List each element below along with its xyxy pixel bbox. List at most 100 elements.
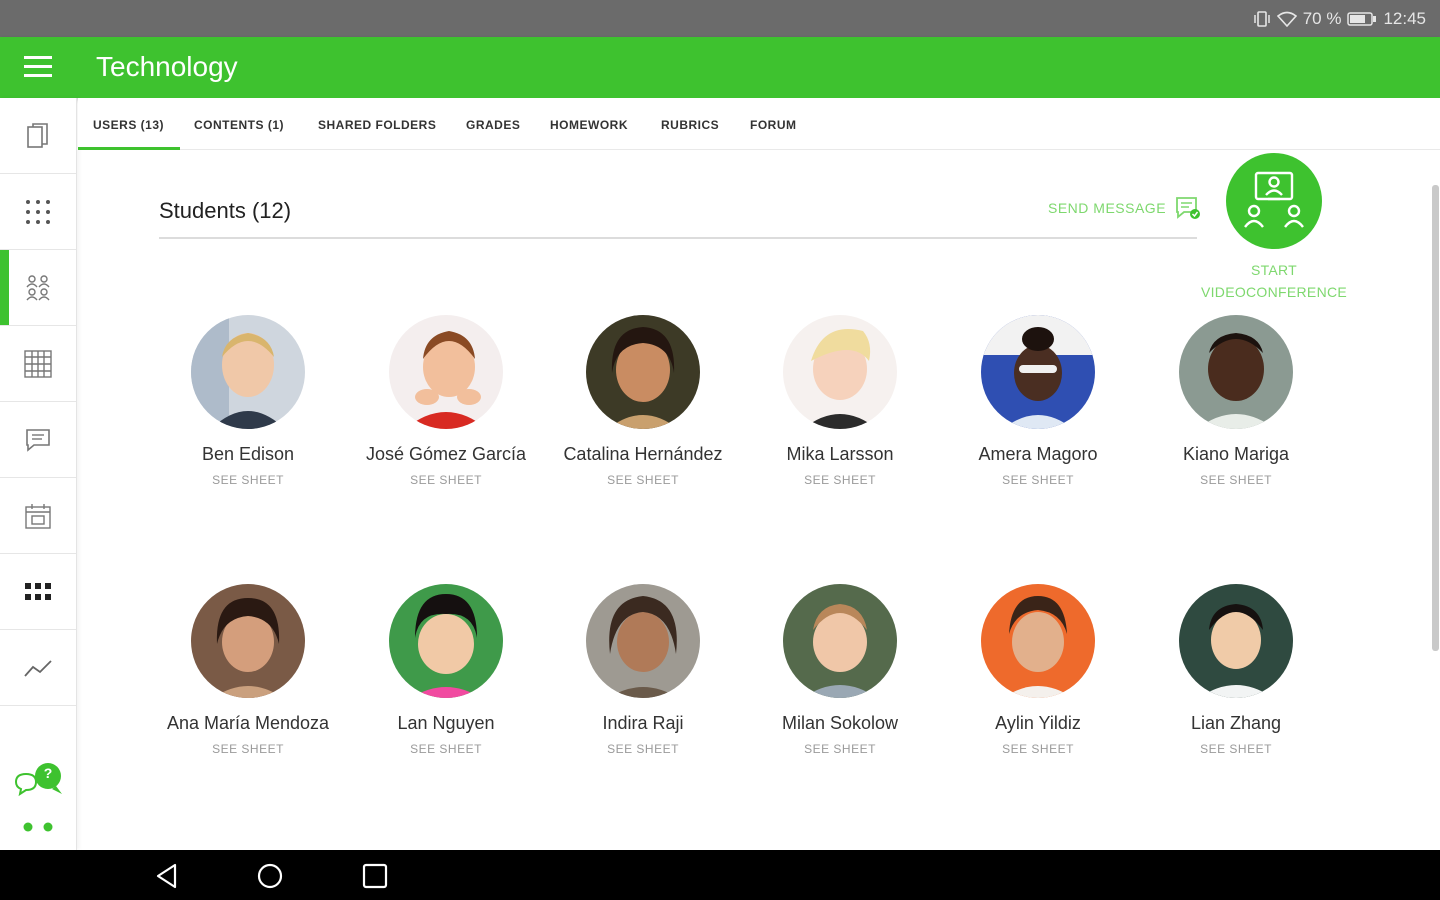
see-sheet-link[interactable]: SEE SHEET — [351, 473, 541, 487]
see-sheet-link[interactable]: SEE SHEET — [943, 473, 1133, 487]
student-card[interactable]: Mika Larsson SEE SHEET — [745, 315, 935, 487]
student-card[interactable]: Kiano Mariga SEE SHEET — [1141, 315, 1331, 487]
tab-grades[interactable]: GRADES — [466, 118, 520, 132]
student-card[interactable]: José Gómez García SEE SHEET — [351, 315, 541, 487]
student-card[interactable]: Milan Sokolow SEE SHEET — [745, 584, 935, 756]
see-sheet-link[interactable]: SEE SHEET — [548, 473, 738, 487]
tab-shared-folders[interactable]: SHARED FOLDERS — [318, 118, 436, 132]
student-photo — [389, 315, 503, 429]
videoconference-label: START VIDEOCONFERENCE — [1196, 259, 1352, 303]
section-divider — [159, 237, 1197, 239]
student-photo — [586, 584, 700, 698]
student-photo — [191, 315, 305, 429]
recents-icon[interactable] — [361, 862, 389, 890]
see-sheet-link[interactable]: SEE SHEET — [745, 742, 935, 756]
battery-percent: 70 % — [1302, 9, 1342, 28]
battery-icon — [1347, 12, 1377, 26]
tab-forum[interactable]: FORUM — [750, 118, 797, 132]
student-avatar — [981, 315, 1095, 429]
message-icon — [26, 428, 50, 452]
trend-line-icon — [24, 659, 52, 677]
content-scrollbar[interactable] — [1432, 185, 1439, 651]
student-avatar — [191, 315, 305, 429]
send-message-button[interactable]: SEND MESSAGE — [1048, 195, 1202, 221]
student-avatar — [191, 584, 305, 698]
sidebar-item-users[interactable] — [0, 250, 76, 326]
wifi-icon — [1276, 11, 1297, 27]
see-sheet-link[interactable]: SEE SHEET — [153, 742, 343, 756]
see-sheet-link[interactable]: SEE SHEET — [1141, 473, 1331, 487]
app-title: Technology — [96, 51, 238, 82]
see-sheet-link[interactable]: SEE SHEET — [943, 742, 1133, 756]
start-videoconference-button[interactable]: START VIDEOCONFERENCE — [1196, 153, 1352, 303]
sidebar-item-calendar[interactable] — [0, 478, 76, 554]
student-card[interactable]: Catalina Hernández SEE SHEET — [548, 315, 738, 487]
sidebar-item-grades[interactable] — [0, 326, 76, 402]
sidebar-item-books[interactable] — [0, 98, 76, 174]
dots-grid-icon — [26, 199, 50, 224]
tab-contents[interactable]: CONTENTS (1) — [194, 118, 284, 132]
calendar-icon — [25, 503, 51, 529]
see-sheet-link[interactable]: SEE SHEET — [745, 473, 935, 487]
student-name: Milan Sokolow — [781, 713, 899, 733]
student-avatar — [389, 315, 503, 429]
hamburger-menu-icon[interactable] — [24, 54, 52, 80]
see-sheet-link[interactable]: SEE SHEET — [548, 742, 738, 756]
student-avatar — [1179, 584, 1293, 698]
student-photo — [1179, 315, 1293, 429]
student-avatar — [586, 584, 700, 698]
videoconference-circle — [1226, 153, 1322, 249]
student-avatar — [981, 584, 1095, 698]
student-card[interactable]: Indira Raji SEE SHEET — [548, 584, 738, 756]
student-card[interactable]: Amera Magoro SEE SHEET — [943, 315, 1133, 487]
student-name: José Gómez García — [365, 444, 527, 464]
student-avatar — [783, 584, 897, 698]
chat-help-badge: ? — [43, 765, 53, 781]
home-icon[interactable] — [256, 862, 284, 890]
student-avatar — [389, 584, 503, 698]
sidebar-item-messages[interactable] — [0, 402, 76, 478]
student-photo — [783, 584, 897, 698]
student-name: Lan Nguyen — [397, 713, 495, 733]
apps-grid-icon — [25, 582, 51, 600]
vibrate-icon — [1253, 11, 1270, 27]
student-photo — [1179, 584, 1293, 698]
back-icon[interactable] — [153, 862, 181, 890]
student-name: Ben Edison — [201, 444, 295, 464]
sidebar: ? — [0, 98, 77, 850]
book-icon — [27, 122, 48, 148]
student-photo — [981, 584, 1095, 698]
sidebar-bottom: ? — [0, 758, 76, 848]
tab-users[interactable]: USERS (13) — [93, 118, 164, 132]
student-card[interactable]: Lian Zhang SEE SHEET — [1141, 584, 1331, 756]
student-card[interactable]: Ana María Mendoza SEE SHEET — [153, 584, 343, 756]
student-name: Mika Larsson — [786, 444, 894, 464]
sidebar-item-more[interactable] — [0, 554, 76, 630]
student-photo — [783, 315, 897, 429]
see-sheet-link[interactable]: SEE SHEET — [1141, 742, 1331, 756]
student-avatar — [783, 315, 897, 429]
send-message-label: SEND MESSAGE — [1048, 200, 1167, 216]
table-grid-icon — [24, 349, 52, 378]
see-sheet-link[interactable]: SEE SHEET — [153, 473, 343, 487]
videoconference-icon — [1244, 171, 1304, 228]
student-avatar — [586, 315, 700, 429]
sidebar-item-stats[interactable] — [0, 630, 76, 706]
clock: 12:45 — [1383, 9, 1426, 28]
tab-rubrics[interactable]: RUBRICS — [661, 118, 719, 132]
videoconference-label-line1: START — [1250, 262, 1298, 278]
student-name: Kiano Mariga — [1182, 444, 1290, 464]
chat-help-button[interactable]: ? — [12, 762, 66, 802]
student-name: Catalina Hernández — [563, 444, 723, 464]
see-sheet-link[interactable]: SEE SHEET — [351, 742, 541, 756]
student-photo — [191, 584, 305, 698]
student-avatar — [1179, 315, 1293, 429]
sidebar-item-apps[interactable] — [0, 174, 76, 250]
student-card[interactable]: Lan Nguyen SEE SHEET — [351, 584, 541, 756]
student-name: Lian Zhang — [1190, 713, 1282, 733]
student-card[interactable]: Aylin Yildiz SEE SHEET — [943, 584, 1133, 756]
tab-homework[interactable]: HOMEWORK — [550, 118, 628, 132]
chat-help-icon — [14, 763, 62, 797]
app-bar: Technology — [0, 37, 1440, 98]
student-card[interactable]: Ben Edison SEE SHEET — [153, 315, 343, 487]
